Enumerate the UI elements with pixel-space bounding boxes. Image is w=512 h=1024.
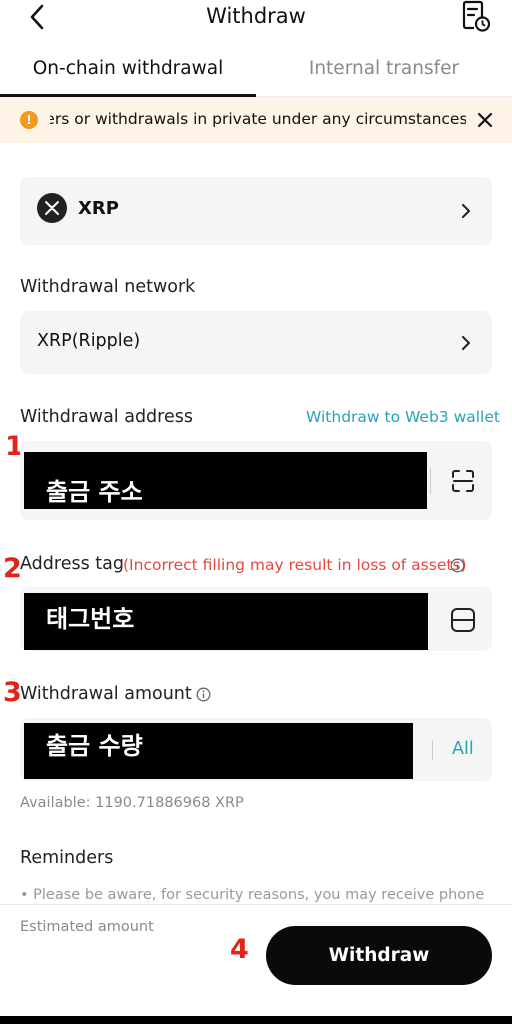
divider — [432, 740, 433, 760]
notice-text: transfers or withdrawals in private unde… — [50, 110, 466, 128]
annotation-number: 3 — [3, 677, 22, 708]
notice-close-button[interactable] — [474, 109, 496, 131]
notice-marquee: transfers or withdrawals in private unde… — [50, 109, 466, 131]
page-title: Withdraw — [206, 4, 306, 28]
address-tag-warning: (Incorrect filling may result in loss of… — [123, 556, 467, 574]
amount-redaction-label: 출금 수량 — [46, 732, 143, 760]
network-label: Withdrawal network — [20, 277, 196, 297]
chevron-right-icon — [462, 336, 470, 350]
tab-internal-transfer[interactable]: Internal transfer — [256, 58, 512, 79]
scan-icon[interactable] — [450, 468, 476, 494]
header: Withdraw — [0, 0, 512, 36]
all-button[interactable]: All — [452, 739, 474, 759]
document-clock-icon — [462, 0, 491, 32]
close-icon — [477, 112, 493, 128]
address-label: Withdrawal address — [20, 407, 193, 427]
withdraw-to-web3-link[interactable]: Withdraw to Web3 wallet — [306, 408, 500, 426]
withdraw-button[interactable]: Withdraw — [266, 926, 492, 985]
reminder-item: • Please be aware, for security reasons,… — [20, 887, 485, 903]
footer-divider — [0, 904, 512, 905]
xrp-logo-icon — [37, 193, 67, 223]
annotation-number: 2 — [3, 553, 22, 584]
estimated-amount-label: Estimated amount — [20, 919, 154, 935]
tab-on-chain-withdrawal[interactable]: On-chain withdrawal — [0, 58, 256, 79]
scan-alt-icon[interactable] — [450, 607, 476, 633]
divider — [430, 468, 431, 494]
warning-icon: ! — [20, 111, 38, 129]
reminder-list: • Please be aware, for security reasons,… — [20, 884, 500, 904]
network-value: XRP(Ripple) — [37, 331, 141, 351]
reminders-heading: Reminders — [20, 848, 114, 868]
system-nav-bar — [0, 1016, 512, 1024]
address-tag-label: Address tag — [20, 554, 124, 574]
chevron-right-icon — [462, 204, 470, 218]
tag-redaction-label: 태그번호 — [46, 605, 135, 633]
amount-label: Withdrawal amount — [20, 684, 192, 704]
info-icon[interactable] — [196, 687, 211, 702]
coin-name: XRP — [78, 198, 119, 219]
annotation-number: 4 — [230, 934, 249, 965]
notice-banner: ! transfers or withdrawals in private un… — [0, 97, 512, 143]
history-button[interactable] — [458, 0, 494, 34]
address-redaction-label: 출금 주소 — [46, 478, 143, 506]
available-balance: Available: 1190.71886968 XRP — [20, 795, 244, 811]
info-icon[interactable] — [450, 558, 465, 573]
